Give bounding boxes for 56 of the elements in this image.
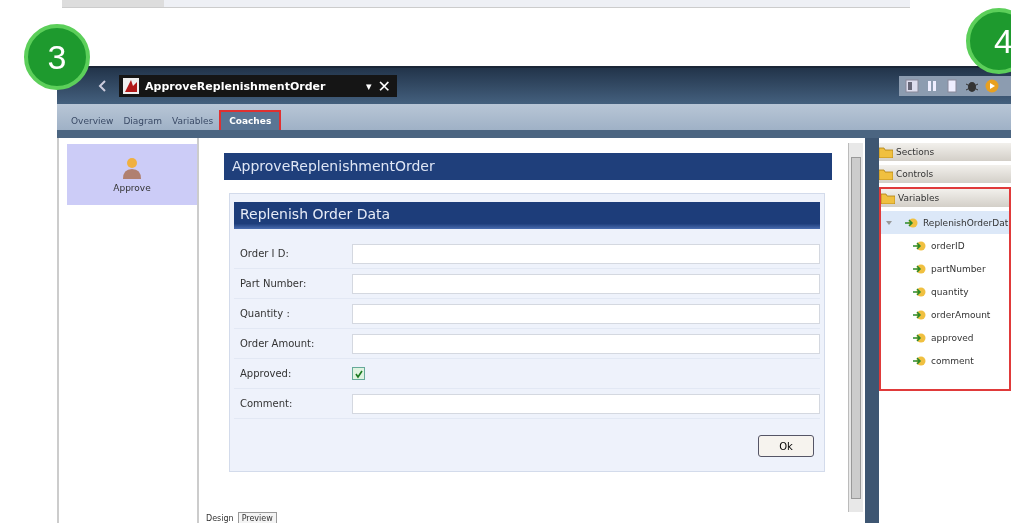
tree-item[interactable]: quantity — [881, 280, 1009, 303]
input-field[interactable] — [352, 273, 820, 294]
variable-icon — [913, 332, 927, 343]
palette-drawer[interactable]: Variables — [881, 189, 1009, 207]
dropdown-caret[interactable]: ▾ — [366, 79, 372, 93]
field-label: Comment: — [239, 398, 294, 409]
editor-tab-link[interactable]: Coaches — [221, 112, 280, 130]
variable-icon — [913, 240, 927, 251]
coach-title: ApproveReplenishmentOrder — [224, 153, 832, 180]
input-field[interactable] — [352, 243, 820, 264]
input-field[interactable] — [352, 303, 820, 324]
section-title: Replenish Order Data — [234, 202, 820, 229]
tree-item[interactable]: ReplenishOrderDat — [881, 211, 1009, 234]
editor-tab[interactable]: ApproveReplenishmentOrder ▾ ✕ — [119, 75, 397, 97]
variable-icon — [905, 217, 919, 228]
input-field[interactable] — [352, 393, 820, 414]
tree-item[interactable]: orderAmount — [881, 303, 1009, 326]
layout-icon[interactable] — [905, 79, 919, 93]
person-icon — [122, 156, 142, 179]
folder-icon — [881, 192, 895, 204]
close-button[interactable]: ✕ — [377, 76, 391, 96]
bug-icon[interactable] — [965, 79, 979, 93]
palette-drawer[interactable]: Controls — [879, 165, 1011, 183]
process-icon — [123, 78, 139, 94]
variable-icon — [913, 355, 927, 366]
field-label: Order Amount: — [239, 338, 316, 349]
tree-item[interactable]: comment — [881, 349, 1009, 372]
play-icon[interactable] — [985, 79, 999, 93]
document-icon[interactable] — [945, 79, 959, 93]
variable-icon — [913, 286, 927, 297]
view-tab[interactable]: Design — [202, 512, 238, 523]
ok-button[interactable]: Ok — [758, 435, 814, 457]
pause-icon[interactable] — [925, 79, 939, 93]
checkbox[interactable] — [352, 367, 365, 380]
expand-caret-icon[interactable] — [885, 218, 893, 227]
tree-item[interactable]: orderID — [881, 234, 1009, 257]
scrollbar[interactable] — [848, 143, 863, 512]
view-tab[interactable]: Preview — [237, 512, 277, 523]
tree-item[interactable]: approved — [881, 326, 1009, 349]
tree-item[interactable]: partNumber — [881, 257, 1009, 280]
palette-drawer[interactable]: Sections — [879, 143, 1011, 161]
input-field[interactable] — [352, 333, 820, 354]
field-label: Approved: — [239, 368, 293, 379]
step-number-badge: 3 — [24, 24, 90, 90]
folder-icon — [879, 168, 893, 180]
editor-tab-link[interactable]: Variables — [170, 112, 216, 130]
variable-icon — [913, 263, 927, 274]
variable-icon — [913, 309, 927, 320]
field-label: Quantity : — [239, 308, 291, 319]
coach-list-item[interactable]: Approve — [67, 144, 197, 205]
field-label: Part Number: — [239, 278, 308, 289]
editor-tab-title: ApproveReplenishmentOrder — [145, 79, 327, 93]
editor-tab-link[interactable]: Overview — [69, 112, 116, 130]
editor-tab-link[interactable]: Diagram — [121, 112, 165, 130]
folder-icon — [879, 146, 893, 158]
field-label: Order I D: — [239, 248, 290, 259]
